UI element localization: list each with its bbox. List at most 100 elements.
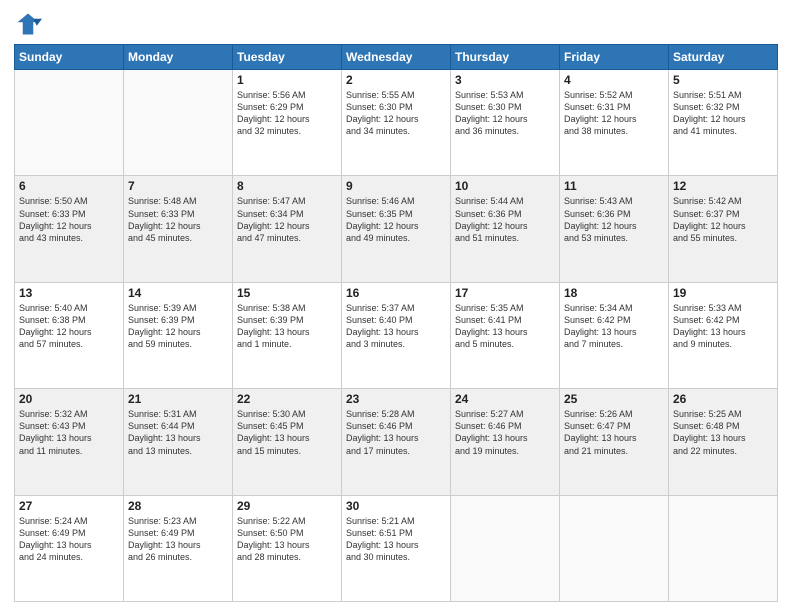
- day-number-22: 22: [237, 392, 337, 406]
- day-number-24: 24: [455, 392, 555, 406]
- calendar-cell-9: 8 Sunrise: 5:47 AM Sunset: 6:34 PM Daylig…: [233, 176, 342, 282]
- day-info-1: Sunrise: 5:56 AM Sunset: 6:29 PM Dayligh…: [237, 89, 337, 138]
- day-number-30: 30: [346, 499, 446, 513]
- day-number-1: 1: [237, 73, 337, 87]
- calendar-cell-6: 5 Sunrise: 5:51 AM Sunset: 6:32 PM Daylig…: [669, 70, 778, 176]
- calendar-cell-17: 16 Sunrise: 5:37 AM Sunset: 6:40 PM Dayli…: [342, 282, 451, 388]
- day-number-14: 14: [128, 286, 228, 300]
- calendar-cell-12: 11Sunrise: 5:43 AM Sunset: 6:36 PM Dayli…: [560, 176, 669, 282]
- day-number-26: 26: [673, 392, 773, 406]
- day-number-20: 20: [19, 392, 119, 406]
- day-info-12: Sunrise: 5:42 AM Sunset: 6:37 PM Dayligh…: [673, 195, 773, 244]
- day-number-12: 12: [673, 179, 773, 193]
- calendar-row-2: 6Sunrise: 5:50 AM Sunset: 6:33 PM Daylig…: [15, 176, 778, 282]
- day-number-10: 10: [455, 179, 555, 193]
- calendar-cell-3: 2 Sunrise: 5:55 AM Sunset: 6:30 PM Daylig…: [342, 70, 451, 176]
- calendar-cell-28: 27Sunrise: 5:24 AM Sunset: 6:49 PM Dayli…: [15, 495, 124, 601]
- weekday-header-monday: Monday: [124, 45, 233, 70]
- calendar-cell-30: 29 Sunrise: 5:22 AM Sunset: 6:50 PM Dayli…: [233, 495, 342, 601]
- day-number-5: 5: [673, 73, 773, 87]
- day-number-7: 7: [128, 179, 228, 193]
- day-number-15: 15: [237, 286, 337, 300]
- day-number-4: 4: [564, 73, 664, 87]
- calendar-cell-16: 15 Sunrise: 5:38 AM Sunset: 6:39 PM Dayli…: [233, 282, 342, 388]
- day-number-3: 3: [455, 73, 555, 87]
- day-info-24: Sunrise: 5:27 AM Sunset: 6:46 PM Dayligh…: [455, 408, 555, 457]
- calendar-cell-31: 30 Sunrise: 5:21 AM Sunset: 6:51 PM Dayli…: [342, 495, 451, 601]
- day-info-10: Sunrise: 5:44 AM Sunset: 6:36 PM Dayligh…: [455, 195, 555, 244]
- day-info-9: Sunrise: 5:46 AM Sunset: 6:35 PM Dayligh…: [346, 195, 446, 244]
- calendar-cell-2: 1 Sunrise: 5:56 AM Sunset: 6:29 PM Daylig…: [233, 70, 342, 176]
- calendar-cell-24: 23 Sunrise: 5:28 AM Sunset: 6:46 PM Dayli…: [342, 389, 451, 495]
- day-number-2: 2: [346, 73, 446, 87]
- day-info-8: Sunrise: 5:47 AM Sunset: 6:34 PM Dayligh…: [237, 195, 337, 244]
- day-info-28: Sunrise: 5:23 AM Sunset: 6:49 PM Dayligh…: [128, 515, 228, 564]
- calendar-cell-5: 4 Sunrise: 5:52 AM Sunset: 6:31 PM Daylig…: [560, 70, 669, 176]
- calendar-cell-32: [451, 495, 560, 601]
- day-info-3: Sunrise: 5:53 AM Sunset: 6:30 PM Dayligh…: [455, 89, 555, 138]
- calendar-row-4: 20 Sunrise: 5:32 AM Sunset: 6:43 PM Dayli…: [15, 389, 778, 495]
- calendar-cell-34: [669, 495, 778, 601]
- day-number-29: 29: [237, 499, 337, 513]
- day-number-28: 28: [128, 499, 228, 513]
- weekday-header-friday: Friday: [560, 45, 669, 70]
- logo-icon: [14, 10, 42, 38]
- calendar-cell-23: 22 Sunrise: 5:30 AM Sunset: 6:45 PM Dayli…: [233, 389, 342, 495]
- day-info-7: Sunrise: 5:48 AM Sunset: 6:33 PM Dayligh…: [128, 195, 228, 244]
- day-number-21: 21: [128, 392, 228, 406]
- calendar-row-3: 13Sunrise: 5:40 AM Sunset: 6:38 PM Dayli…: [15, 282, 778, 388]
- day-info-11: Sunrise: 5:43 AM Sunset: 6:36 PM Dayligh…: [564, 195, 664, 244]
- day-info-5: Sunrise: 5:51 AM Sunset: 6:32 PM Dayligh…: [673, 89, 773, 138]
- weekday-header-sunday: Sunday: [15, 45, 124, 70]
- day-number-9: 9: [346, 179, 446, 193]
- day-number-8: 8: [237, 179, 337, 193]
- calendar-cell-29: 28 Sunrise: 5:23 AM Sunset: 6:49 PM Dayli…: [124, 495, 233, 601]
- calendar-table: SundayMondayTuesdayWednesdayThursdayFrid…: [14, 44, 778, 602]
- day-info-21: Sunrise: 5:31 AM Sunset: 6:44 PM Dayligh…: [128, 408, 228, 457]
- day-info-4: Sunrise: 5:52 AM Sunset: 6:31 PM Dayligh…: [564, 89, 664, 138]
- weekday-header-saturday: Saturday: [669, 45, 778, 70]
- day-number-23: 23: [346, 392, 446, 406]
- day-info-16: Sunrise: 5:37 AM Sunset: 6:40 PM Dayligh…: [346, 302, 446, 351]
- day-info-2: Sunrise: 5:55 AM Sunset: 6:30 PM Dayligh…: [346, 89, 446, 138]
- calendar-cell-19: 18 Sunrise: 5:34 AM Sunset: 6:42 PM Dayli…: [560, 282, 669, 388]
- day-number-17: 17: [455, 286, 555, 300]
- calendar-row-5: 27Sunrise: 5:24 AM Sunset: 6:49 PM Dayli…: [15, 495, 778, 601]
- calendar-cell-8: 7 Sunrise: 5:48 AM Sunset: 6:33 PM Daylig…: [124, 176, 233, 282]
- day-info-23: Sunrise: 5:28 AM Sunset: 6:46 PM Dayligh…: [346, 408, 446, 457]
- calendar-cell-1: [124, 70, 233, 176]
- calendar-cell-26: 25Sunrise: 5:26 AM Sunset: 6:47 PM Dayli…: [560, 389, 669, 495]
- day-info-14: Sunrise: 5:39 AM Sunset: 6:39 PM Dayligh…: [128, 302, 228, 351]
- day-info-15: Sunrise: 5:38 AM Sunset: 6:39 PM Dayligh…: [237, 302, 337, 351]
- day-info-22: Sunrise: 5:30 AM Sunset: 6:45 PM Dayligh…: [237, 408, 337, 457]
- header: [14, 10, 778, 38]
- day-info-27: Sunrise: 5:24 AM Sunset: 6:49 PM Dayligh…: [19, 515, 119, 564]
- calendar-cell-20: 19Sunrise: 5:33 AM Sunset: 6:42 PM Dayli…: [669, 282, 778, 388]
- day-info-18: Sunrise: 5:34 AM Sunset: 6:42 PM Dayligh…: [564, 302, 664, 351]
- calendar-cell-15: 14 Sunrise: 5:39 AM Sunset: 6:39 PM Dayli…: [124, 282, 233, 388]
- day-info-29: Sunrise: 5:22 AM Sunset: 6:50 PM Dayligh…: [237, 515, 337, 564]
- calendar-cell-4: 3 Sunrise: 5:53 AM Sunset: 6:30 PM Daylig…: [451, 70, 560, 176]
- weekday-header-tuesday: Tuesday: [233, 45, 342, 70]
- day-info-19: Sunrise: 5:33 AM Sunset: 6:42 PM Dayligh…: [673, 302, 773, 351]
- weekday-header-thursday: Thursday: [451, 45, 560, 70]
- calendar-cell-18: 17 Sunrise: 5:35 AM Sunset: 6:41 PM Dayli…: [451, 282, 560, 388]
- day-number-6: 6: [19, 179, 119, 193]
- calendar-cell-33: [560, 495, 669, 601]
- day-info-20: Sunrise: 5:32 AM Sunset: 6:43 PM Dayligh…: [19, 408, 119, 457]
- weekday-header-row: SundayMondayTuesdayWednesdayThursdayFrid…: [15, 45, 778, 70]
- calendar-cell-27: 26Sunrise: 5:25 AM Sunset: 6:48 PM Dayli…: [669, 389, 778, 495]
- calendar-cell-22: 21 Sunrise: 5:31 AM Sunset: 6:44 PM Dayli…: [124, 389, 233, 495]
- day-info-13: Sunrise: 5:40 AM Sunset: 6:38 PM Dayligh…: [19, 302, 119, 351]
- day-number-18: 18: [564, 286, 664, 300]
- calendar-cell-21: 20 Sunrise: 5:32 AM Sunset: 6:43 PM Dayli…: [15, 389, 124, 495]
- calendar-row-1: 1 Sunrise: 5:56 AM Sunset: 6:29 PM Daylig…: [15, 70, 778, 176]
- calendar-cell-7: 6Sunrise: 5:50 AM Sunset: 6:33 PM Daylig…: [15, 176, 124, 282]
- calendar-cell-0: [15, 70, 124, 176]
- day-info-25: Sunrise: 5:26 AM Sunset: 6:47 PM Dayligh…: [564, 408, 664, 457]
- day-number-16: 16: [346, 286, 446, 300]
- logo: [14, 10, 46, 38]
- calendar-cell-14: 13Sunrise: 5:40 AM Sunset: 6:38 PM Dayli…: [15, 282, 124, 388]
- day-info-17: Sunrise: 5:35 AM Sunset: 6:41 PM Dayligh…: [455, 302, 555, 351]
- day-info-30: Sunrise: 5:21 AM Sunset: 6:51 PM Dayligh…: [346, 515, 446, 564]
